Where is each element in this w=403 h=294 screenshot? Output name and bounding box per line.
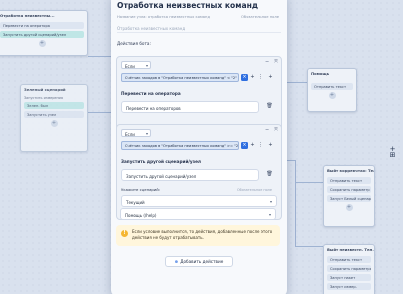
connector-line (88, 56, 113, 57)
add-icon[interactable]: + (50, 120, 58, 127)
connector-line (295, 246, 323, 247)
collapse-icon[interactable]: − (265, 59, 269, 65)
more-icon[interactable]: ⋮ (257, 74, 264, 81)
condition-type-value: Если (125, 63, 135, 69)
node-action-row[interactable]: Запуст Белый сценарии (327, 195, 371, 202)
connector-line (88, 112, 113, 113)
action-card-2: Если ▾ − ⤧ Счётчик заходов в "Отработка … (116, 124, 282, 220)
plus-icon: ⊕ (174, 259, 179, 264)
node-action-row[interactable]: Отправить текст (311, 83, 353, 90)
fit-view-icon[interactable]: ⊞ (388, 152, 397, 159)
node-action-row[interactable]: Запуст измер. (327, 283, 371, 290)
condition-chip[interactable]: Счётчик заходов в "Отработка неизвестных… (121, 141, 239, 150)
add-icon[interactable]: + (328, 92, 336, 99)
close-condition-icon[interactable]: × (241, 142, 248, 149)
dialog-title: Отработка неизвестных команд (117, 1, 258, 10)
connector-line (295, 182, 323, 183)
connector-line (295, 160, 296, 246)
chevron-down-icon: ▾ (145, 131, 148, 136)
notice-text: Если условие выполнится, то действия, до… (132, 229, 273, 240)
add-icon[interactable]: + (345, 204, 353, 211)
condition-type-value: Если (125, 131, 135, 137)
start-node-value: Помощь (/help) (125, 212, 157, 218)
chevron-down-icon: ▾ (269, 199, 272, 204)
actions-label: Действия бота: (117, 41, 151, 46)
close-condition-icon[interactable]: × (241, 74, 248, 81)
node-action-row[interactable]: Сохранить параметр в CRM (327, 186, 371, 193)
node-title: Выйт неизвестн. Тел... (327, 247, 374, 252)
flow-node-help[interactable]: Помощь Отправить текст + (307, 68, 357, 112)
expand-icon[interactable]: ⤧ (274, 59, 278, 65)
add-action-label: Добавить действие (180, 259, 224, 264)
connector-line (287, 160, 295, 161)
flow-node-green-scenario[interactable]: Зеленый сценарий Запустить измерения Зел… (20, 84, 88, 152)
scenario-label: Укажите сценарий: (121, 187, 161, 192)
flow-node-right-b[interactable]: Выйт неизвестн. Тел... Отправить текст С… (323, 244, 375, 294)
warning-icon: ! (121, 230, 128, 237)
expand-icon[interactable]: ⤧ (274, 127, 278, 133)
node-name-label-row: Название узла: отработка неизвестных ком… (117, 15, 279, 19)
node-action-row[interactable]: Отправить текст (327, 256, 371, 263)
action-type-field[interactable]: Запустить другой сценарий/узел (121, 169, 259, 181)
node-action-row[interactable]: Запустить узел (24, 111, 84, 118)
flow-node-unknown-commands[interactable]: Отработка неизвестны... Перевести на опе… (0, 10, 88, 56)
more-icon[interactable]: ⋮ (257, 142, 264, 149)
required-hint: Обязательное поле (241, 15, 279, 19)
node-name-label: Название узла: отработка неизвестных ком… (117, 15, 211, 19)
node-action-row[interactable]: Перевести на оператора (0, 22, 84, 29)
action-type-label: Запустить другой сценарий/узел (121, 159, 201, 164)
chevron-down-icon: ▾ (268, 212, 271, 217)
condition-type-select[interactable]: Если ▾ (121, 61, 151, 69)
node-action-row[interactable]: Сохранить параметры (327, 265, 371, 272)
node-title: Выйт коррекчтах: Телефон (327, 168, 374, 173)
node-title: Отработка неизвестны... (0, 13, 55, 18)
node-title: Зеленый сценарий (24, 87, 66, 92)
canvas-zoom-control[interactable]: + ⊞ (388, 146, 397, 159)
start-node-field[interactable]: Помощь (/help) ▾ (120, 208, 276, 220)
flow-node-right-a[interactable]: Выйт коррекчтах: Телефон Отправить текст… (323, 165, 375, 227)
node-settings-dialog: Отработка неизвестных команд Название уз… (111, 0, 287, 294)
condition-chip[interactable]: Счётчик заходов в "Отработка неизвестных… (121, 73, 239, 82)
collapse-icon[interactable]: − (265, 127, 269, 133)
required-hint: Обязательное поле (237, 188, 272, 192)
action-type-label: Перевести на оператора (121, 91, 181, 96)
node-action-row[interactable]: Зелен. был (24, 102, 84, 109)
scenario-value: Текущий (126, 199, 145, 205)
add-condition-icon[interactable]: + (249, 74, 256, 81)
action-type-field[interactable]: Перевести на операторов (121, 101, 259, 113)
add-condition-icon[interactable]: + (249, 142, 256, 149)
add-action-button[interactable]: ⊕ Добавить действие (165, 256, 233, 267)
node-subtitle: Запустить измерения (24, 96, 63, 100)
scenario-select[interactable]: Текущий ▾ (121, 195, 277, 207)
node-name-input[interactable]: Отработка неизвестных команд (117, 23, 281, 33)
trash-icon[interactable]: 🗑 (265, 170, 274, 179)
connector-line (287, 82, 307, 83)
add-icon[interactable]: + (267, 142, 274, 149)
add-icon[interactable]: + (267, 74, 274, 81)
condition-type-select[interactable]: Если ▾ (121, 129, 151, 137)
add-icon[interactable]: + (38, 40, 46, 47)
node-action-row[interactable]: Отправить текст (327, 177, 371, 184)
node-title: Помощь (311, 71, 330, 76)
warning-notice: ! Если условие выполнится, то действия, … (116, 225, 280, 246)
trash-icon[interactable]: 🗑 (265, 102, 274, 111)
node-action-row[interactable]: Запуст пакет (327, 274, 371, 281)
chevron-down-icon: ▾ (145, 63, 148, 68)
node-action-row[interactable]: Запустить другой сценарий/узел (0, 31, 84, 38)
